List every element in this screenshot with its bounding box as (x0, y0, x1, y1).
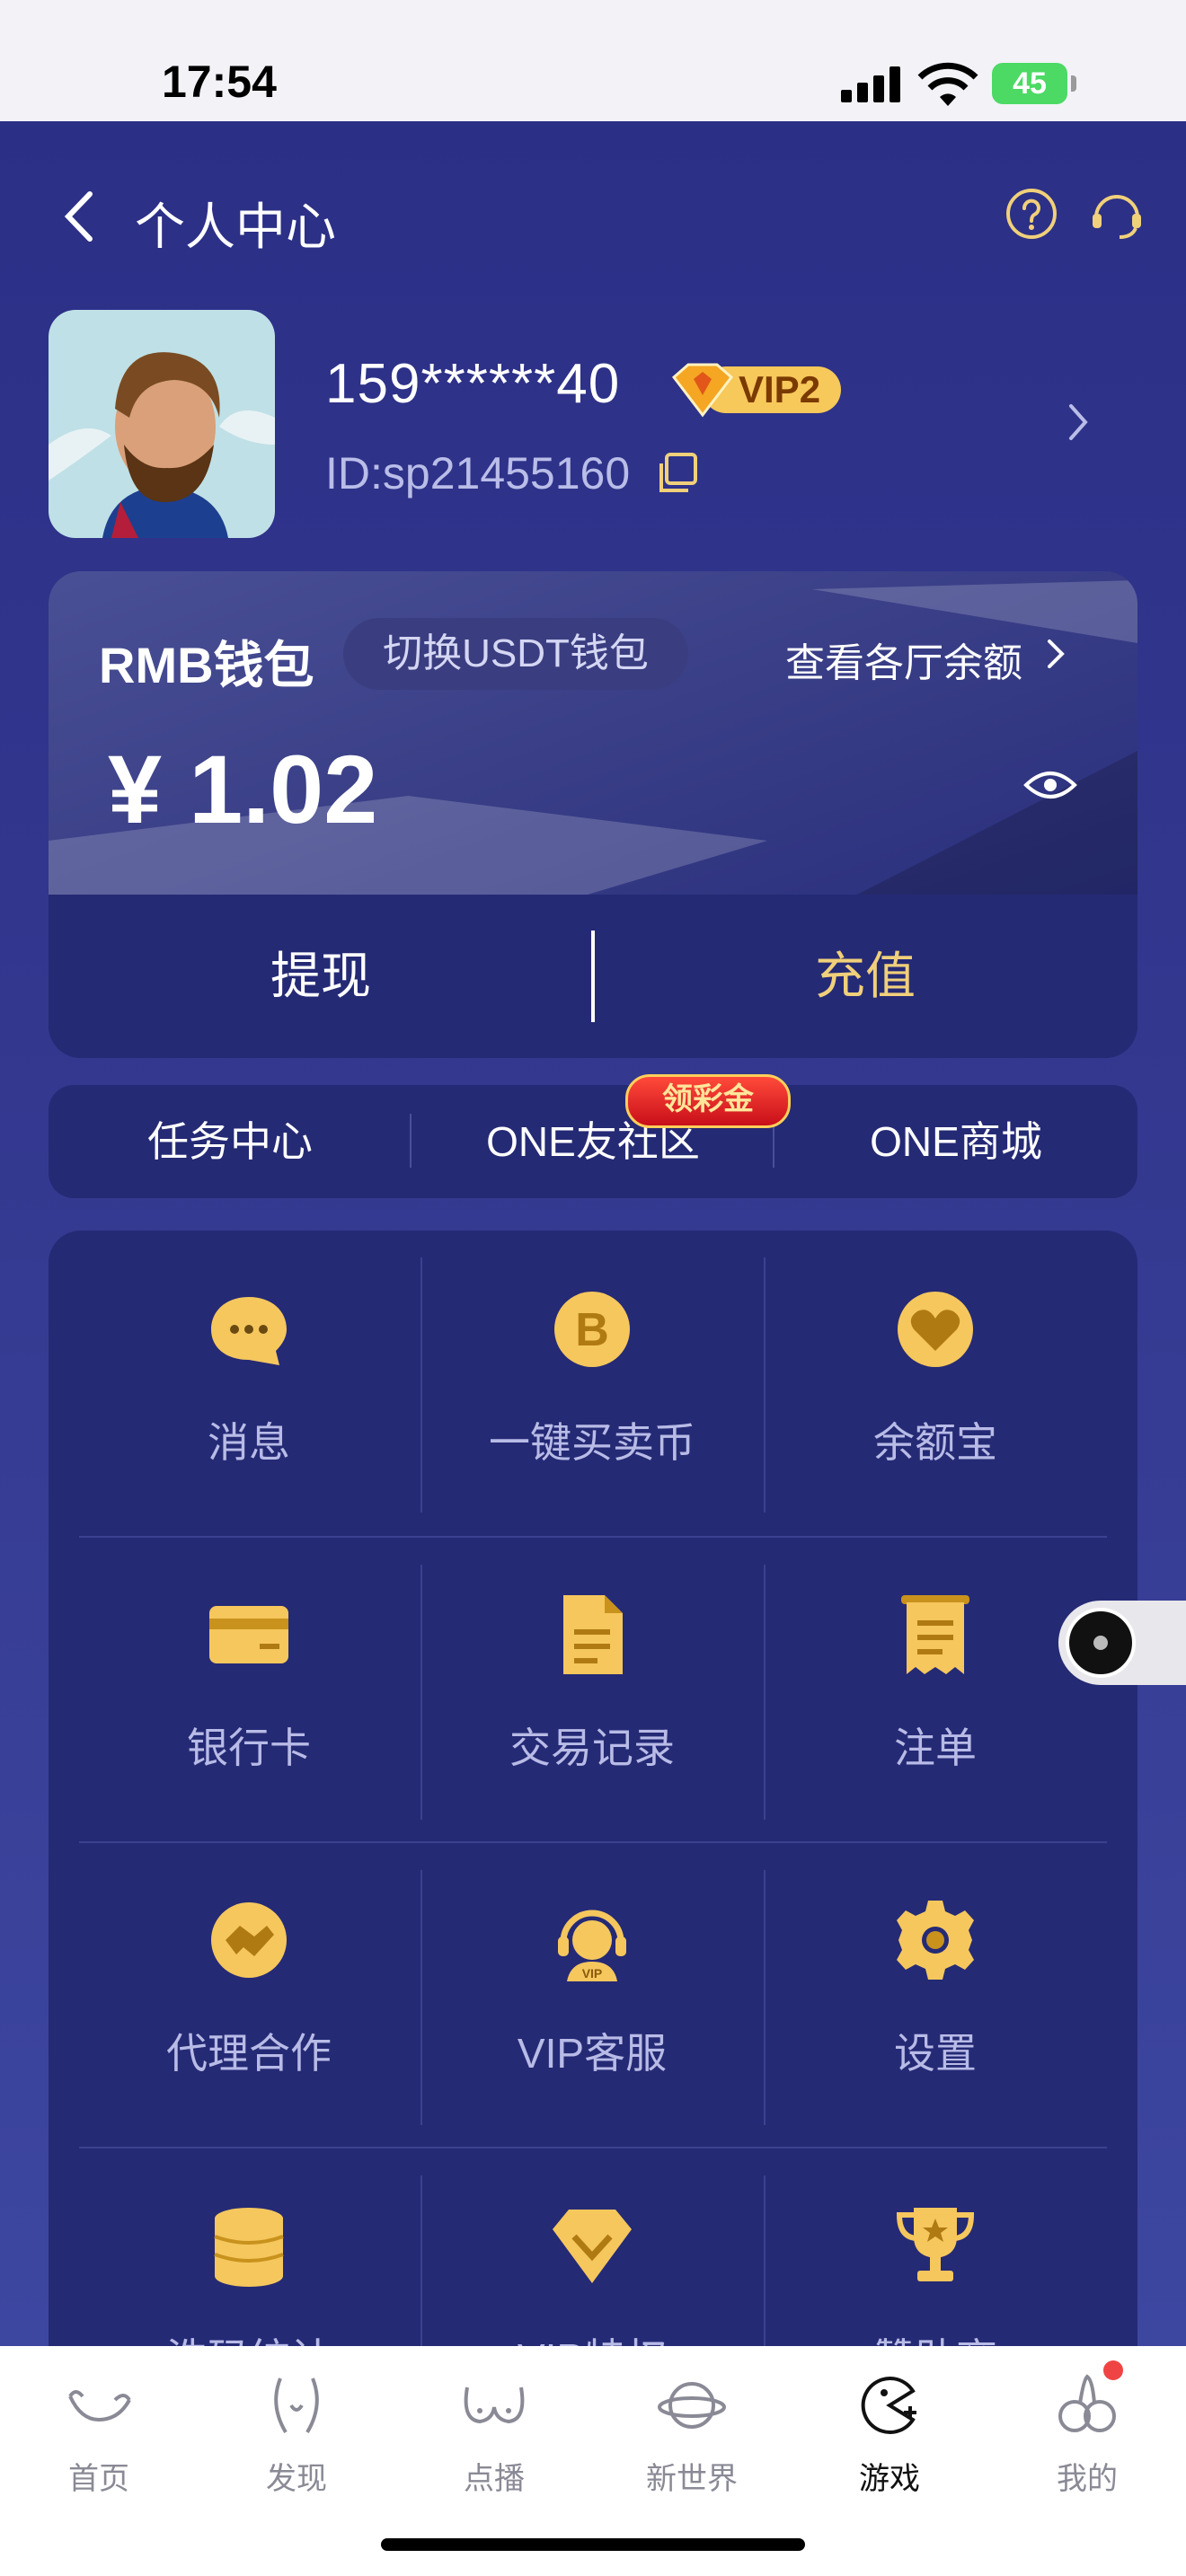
home-indicator (381, 2538, 805, 2551)
tab-label: 新世界 (646, 2462, 738, 2496)
vip-badge[interactable]: VIP2 (667, 359, 845, 420)
customer-service-icon[interactable] (1087, 185, 1146, 244)
planet-icon (658, 2382, 726, 2429)
status-time: 17:54 (162, 57, 277, 107)
grid-item-transactions[interactable]: 交易记录 (420, 1536, 764, 1841)
wallet-balance: ¥ 1.02 (108, 735, 378, 843)
tab-games[interactable]: 游戏 (791, 2369, 988, 2496)
svg-text:VIP: VIP (582, 1966, 603, 1981)
bank-card-icon (209, 1606, 288, 1663)
page-title: 个人中心 (135, 198, 336, 255)
quick-links-bar: 任务中心 ONE友社区 ONE商城 (49, 1085, 1137, 1198)
grid-item-label: 代理合作 (166, 2030, 332, 2077)
user-phone: 159******40 (325, 353, 621, 415)
tab-new-world[interactable]: 新世界 (593, 2369, 791, 2496)
task-center-link[interactable]: 任务中心 (49, 1085, 412, 1198)
tab-discover[interactable]: 发现 (198, 2369, 395, 2496)
vinyl-disc-icon (1066, 1608, 1136, 1678)
bitcoin-icon: B (554, 1292, 630, 1367)
document-icon (563, 1595, 623, 1674)
floating-music-button[interactable] (1058, 1601, 1186, 1685)
grid-item-label: 交易记录 (509, 1725, 675, 1771)
receipt-icon (901, 1595, 969, 1674)
battery-level: 45 (1013, 66, 1047, 101)
user-id: ID:sp21455160 (325, 448, 631, 498)
grid-item-bets[interactable]: 注单 (764, 1536, 1107, 1841)
gear-icon (897, 1901, 974, 1980)
view-balances-link[interactable]: 查看各厅余额 (785, 631, 1022, 688)
tab-label: 我的 (1057, 2462, 1118, 2496)
grid-item-bank-card[interactable]: 银行卡 (77, 1536, 420, 1841)
grid-item-balance-treasure[interactable]: 余额宝 (764, 1231, 1107, 1536)
header: 个人中心 (0, 162, 1186, 269)
grid-item-label: 一键买卖币 (489, 1419, 695, 1466)
notification-dot (1103, 2360, 1123, 2380)
grid-item-settings[interactable]: 设置 (764, 1841, 1107, 2147)
wallet-card: RMB钱包 切换USDT钱包 查看各厅余额 ¥ 1.02 提现 充值 (49, 571, 1137, 1058)
wallet-name: RMB钱包 (99, 637, 314, 693)
cellular-signal-icon (841, 66, 902, 102)
back-icon[interactable] (56, 185, 110, 248)
handshake-icon (211, 1902, 287, 1978)
grid-item-label: VIP客服 (517, 2030, 668, 2077)
tab-label: 发现 (266, 2462, 327, 2496)
feature-grid: 消息 B 一键买卖币 余额宝 银行卡 交易记录 注单 代理合作 VIP VIP客… (49, 1231, 1137, 2398)
switch-wallet-button[interactable]: 切换USDT钱包 (343, 618, 688, 690)
copy-icon[interactable] (652, 449, 701, 498)
headset-icon: VIP (558, 1910, 626, 1981)
deposit-button[interactable]: 充值 (593, 895, 1137, 1058)
profile-icon (1058, 2374, 1116, 2432)
wallet-actions: 提现 充值 (49, 895, 1137, 1058)
coin-stack-icon (214, 2208, 284, 2287)
tab-label: 点播 (464, 2462, 525, 2496)
grid-item-agency[interactable]: 代理合作 (77, 1841, 420, 2147)
trophy-icon (896, 2208, 975, 2281)
eye-icon[interactable] (1022, 765, 1078, 805)
vip-level-label: VIP2 (739, 368, 821, 410)
mall-link[interactable]: ONE商城 (774, 1085, 1137, 1198)
svg-text:B: B (575, 1304, 609, 1356)
grid-item-label: 消息 (208, 1419, 290, 1466)
heart-coin-icon (898, 1292, 973, 1367)
avatar[interactable] (49, 310, 275, 538)
game-icon (861, 2377, 916, 2434)
tab-label: 游戏 (859, 2462, 920, 2496)
grid-item-label: 注单 (894, 1725, 977, 1771)
tab-home[interactable]: 首页 (0, 2369, 198, 2496)
tab-vod[interactable]: 点播 (395, 2369, 593, 2496)
tab-label: 首页 (68, 2462, 129, 2496)
battery-indicator: 45 (992, 63, 1076, 104)
tab-profile[interactable]: 我的 (988, 2369, 1186, 2496)
profile-chevron-icon[interactable] (1060, 395, 1096, 449)
grid-item-label: 银行卡 (187, 1725, 311, 1771)
message-icon (211, 1297, 287, 1365)
withdraw-button[interactable]: 提现 (49, 895, 593, 1058)
discover-icon (274, 2378, 319, 2434)
grid-item-label: 余额宝 (873, 1419, 997, 1466)
grid-item-messages[interactable]: 消息 (77, 1231, 420, 1536)
home-icon (68, 2390, 131, 2422)
gift-badge[interactable]: 领彩金 (625, 1074, 791, 1128)
wallet-summary: RMB钱包 切换USDT钱包 查看各厅余额 ¥ 1.02 (49, 571, 1137, 895)
wifi-icon (917, 62, 978, 106)
chevron-right-icon[interactable] (1042, 634, 1069, 674)
grid-item-vip-service[interactable]: VIP VIP客服 (420, 1841, 764, 2147)
diamond-icon (553, 2210, 632, 2283)
grid-item-buy-sell-coin[interactable]: B 一键买卖币 (420, 1231, 764, 1536)
status-bar: 17:54 45 (0, 0, 1186, 121)
help-icon[interactable] (1005, 187, 1058, 241)
grid-item-label: 设置 (894, 2030, 977, 2077)
vod-icon (464, 2386, 525, 2424)
